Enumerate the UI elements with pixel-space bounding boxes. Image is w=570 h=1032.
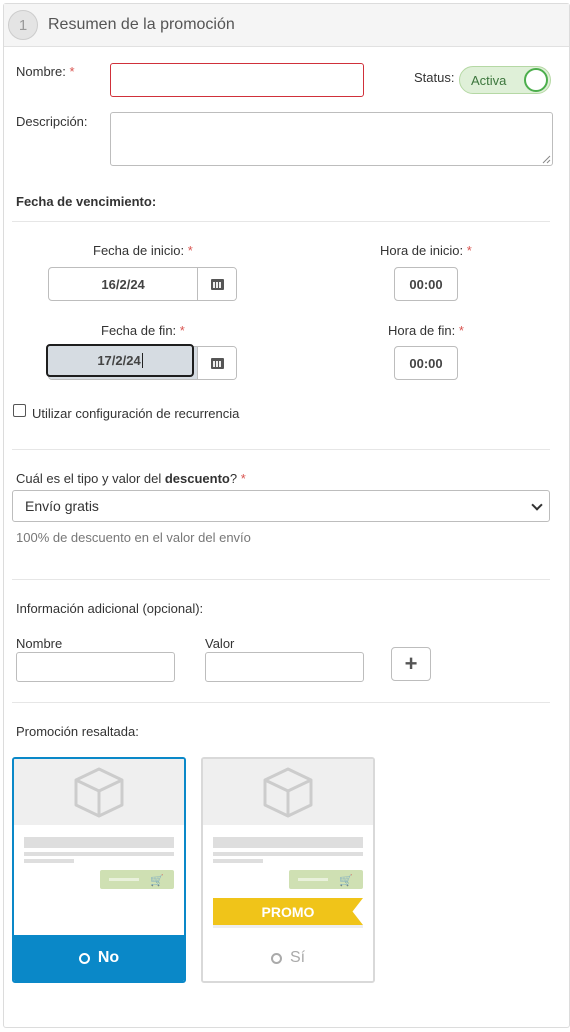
start-time-input[interactable]: 00:00 xyxy=(394,267,458,301)
end-date-label: Fecha de fin: * xyxy=(101,323,185,338)
option-footer: Sí xyxy=(203,935,373,981)
name-label: Nombre: * xyxy=(16,64,75,79)
box-icon xyxy=(263,767,313,818)
option-footer: No xyxy=(14,935,184,981)
start-date-input[interactable]: 16/2/24 xyxy=(49,268,197,300)
promo-badge: PROMO xyxy=(213,898,363,925)
start-date-picker: 16/2/24 xyxy=(48,267,237,301)
additional-name-input[interactable] xyxy=(16,652,175,682)
product-image-placeholder xyxy=(203,759,373,825)
start-date-calendar-button[interactable] xyxy=(197,268,236,300)
description-label: Descripción: xyxy=(16,114,88,129)
discount-label: Cuál es el tipo y valor del descuento? * xyxy=(16,471,246,486)
placeholder-bar xyxy=(213,837,363,848)
discount-type-select[interactable]: Envío gratis xyxy=(12,490,550,522)
highlight-option-si[interactable]: 🛒 PROMO Sí xyxy=(201,757,375,983)
discount-help-text: 100% de descuento en el valor del envío xyxy=(16,530,251,545)
additional-info-title: Información adicional (opcional): xyxy=(16,601,204,616)
start-date-label: Fecha de inicio: * xyxy=(93,243,193,258)
radio-icon xyxy=(78,952,90,964)
end-date-calendar-button[interactable] xyxy=(197,347,236,379)
cart-icon: 🛒 xyxy=(150,875,164,887)
description-textarea[interactable] xyxy=(110,112,553,166)
discount-selected-value: Envío gratis xyxy=(25,498,99,514)
additional-value-input[interactable] xyxy=(205,652,364,682)
recurrence-checkbox[interactable] xyxy=(13,404,26,417)
placeholder-bar xyxy=(24,859,74,863)
divider xyxy=(12,579,550,580)
name-input[interactable] xyxy=(110,63,364,97)
add-field-button[interactable]: + xyxy=(391,647,431,681)
cart-icon: 🛒 xyxy=(339,875,353,887)
calendar-icon xyxy=(210,357,224,369)
placeholder-bar xyxy=(213,852,363,856)
expiry-section-title: Fecha de vencimiento: xyxy=(16,194,157,209)
divider xyxy=(12,449,550,450)
end-time-label: Hora de fin: * xyxy=(388,323,464,338)
end-time-input[interactable]: 00:00 xyxy=(394,346,458,380)
cart-pill: 🛒 xyxy=(289,870,363,889)
additional-value-label: Valor xyxy=(205,636,235,651)
plus-icon: + xyxy=(404,651,418,676)
placeholder-bar xyxy=(24,837,174,848)
status-label: Status: xyxy=(414,70,455,85)
text-cursor xyxy=(141,353,143,368)
status-toggle-label: Activa xyxy=(471,72,507,88)
promo-shadow xyxy=(213,925,363,928)
toggle-knob xyxy=(524,68,548,92)
highlight-title: Promoción resaltada: xyxy=(16,724,139,739)
placeholder-bar xyxy=(213,859,263,863)
placeholder-bar xyxy=(24,852,174,856)
start-time-label: Hora de inicio: * xyxy=(380,243,472,258)
option-label: Sí xyxy=(289,949,306,966)
step-number: 1 xyxy=(8,10,38,40)
end-date-input[interactable]: 17/2/24 xyxy=(46,344,194,377)
resize-handle-icon[interactable] xyxy=(541,154,551,164)
radio-icon xyxy=(270,952,282,964)
required-mark: * xyxy=(69,64,75,79)
highlight-option-no[interactable]: 🛒 No xyxy=(12,757,186,983)
recurrence-label[interactable]: Utilizar configuración de recurrencia xyxy=(32,406,239,421)
chevron-down-icon xyxy=(531,499,543,511)
product-image-placeholder xyxy=(14,759,184,825)
divider xyxy=(12,702,550,703)
panel-header: 1 Resumen de la promoción xyxy=(4,4,569,47)
box-icon xyxy=(74,767,124,818)
status-toggle[interactable]: Activa xyxy=(459,66,551,94)
option-label: No xyxy=(97,949,120,966)
calendar-icon xyxy=(210,278,224,290)
divider xyxy=(12,221,550,222)
cart-pill: 🛒 xyxy=(100,870,174,889)
additional-name-label: Nombre xyxy=(16,636,63,651)
panel-title: Resumen de la promoción xyxy=(48,16,235,33)
